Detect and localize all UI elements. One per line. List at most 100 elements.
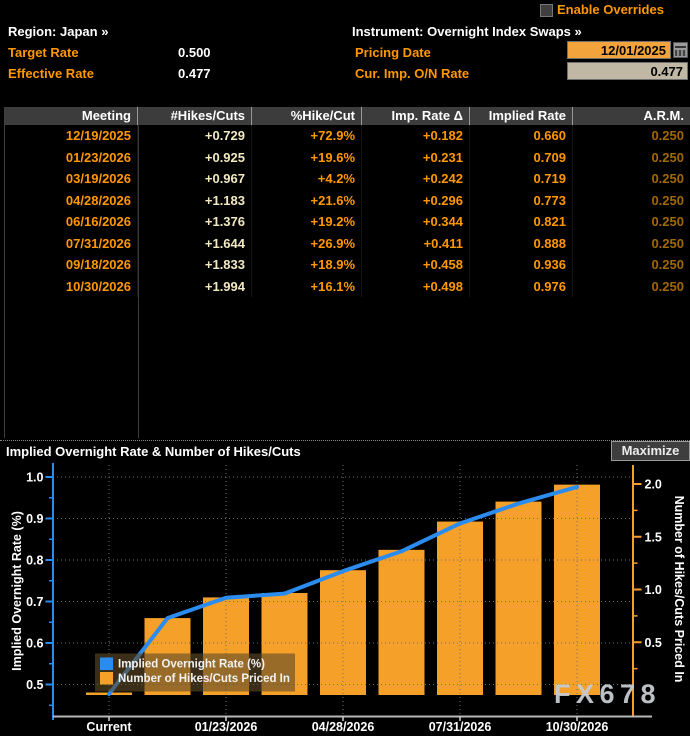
- column-header: Imp. Rate Δ: [362, 107, 470, 125]
- column-separator: [138, 125, 139, 438]
- right-tick-label: 1.5: [645, 530, 662, 544]
- pricing-date-input[interactable]: 12/01/2025: [567, 41, 671, 59]
- table-cell: 04/28/2026: [5, 190, 138, 212]
- enable-overrides-checkbox[interactable]: [540, 4, 553, 17]
- legend-label-line: Implied Overnight Rate (%): [118, 659, 265, 671]
- instrument-row: Instrument: Overnight Index Swaps »: [352, 24, 582, 39]
- column-header: Implied Rate: [470, 107, 573, 125]
- table-cell: 10/30/2026: [5, 276, 138, 298]
- cur-imp-input[interactable]: 0.477: [567, 62, 688, 80]
- table-cell: +0.182: [362, 125, 470, 147]
- table-cell: +21.6%: [252, 190, 362, 212]
- table-cell: +18.9%: [252, 254, 362, 276]
- left-tick-label: 1.0: [26, 471, 43, 485]
- meetings-table: Meeting#Hikes/Cuts%Hike/CutImp. Rate ΔIm…: [4, 107, 690, 438]
- left-tick-label: 0.7: [26, 595, 43, 609]
- region-value[interactable]: Japan »: [60, 24, 108, 39]
- bar: [437, 522, 483, 695]
- table-row[interactable]: 10/30/2026+1.994+16.1%+0.4980.9760.250: [5, 276, 690, 298]
- table-cell: +1.833: [138, 254, 252, 276]
- table-cell: +0.458: [362, 254, 470, 276]
- right-axis-label: Number of Hikes/Cuts Priced In: [672, 496, 686, 683]
- chart-title: Implied Overnight Rate & Number of Hikes…: [6, 444, 301, 459]
- right-tick-label: 1.0: [645, 583, 662, 597]
- table-cell: +0.498: [362, 276, 470, 298]
- table-cell: 0.250: [573, 254, 690, 276]
- table-header-row: Meeting#Hikes/Cuts%Hike/CutImp. Rate ΔIm…: [5, 107, 690, 125]
- table-body: 12/19/2025+0.729+72.9%+0.1820.6600.25001…: [5, 125, 690, 297]
- table-cell: 0.936: [470, 254, 573, 276]
- bar: [496, 502, 542, 695]
- column-header: A.R.M.: [573, 107, 690, 125]
- column-header: %Hike/Cut: [252, 107, 362, 125]
- x-tick-label: 01/23/2026: [195, 720, 258, 734]
- table-cell: 01/23/2026: [5, 147, 138, 169]
- left-axis-label: Implied Overnight Rate (%): [10, 511, 24, 671]
- legend-label-bar: Number of Hikes/Cuts Priced In: [118, 673, 290, 685]
- legend-swatch-bar: [100, 672, 113, 685]
- table-cell: +4.2%: [252, 168, 362, 190]
- target-rate-value: 0.500: [178, 45, 211, 60]
- table-cell: +0.925: [138, 147, 252, 169]
- enable-overrides-label[interactable]: Enable Overrides: [557, 2, 664, 17]
- table-cell: 0.719: [470, 168, 573, 190]
- right-tick-label: 0.5: [645, 636, 662, 650]
- table-cell: 0.250: [573, 211, 690, 233]
- target-rate-label: Target Rate: [8, 45, 79, 60]
- table-cell: 0.976: [470, 276, 573, 298]
- table-row[interactable]: 07/31/2026+1.644+26.9%+0.4110.8880.250: [5, 233, 690, 255]
- table-cell: 0.250: [573, 276, 690, 298]
- x-tick-label: Current: [86, 720, 132, 734]
- table-cell: +1.994: [138, 276, 252, 298]
- table-cell: +19.6%: [252, 147, 362, 169]
- column-header: Meeting: [5, 107, 138, 125]
- chart-separator-line: [0, 440, 690, 441]
- pricing-date-label: Pricing Date: [355, 45, 431, 60]
- table-cell: 0.250: [573, 190, 690, 212]
- bar: [379, 550, 425, 695]
- effective-rate-value: 0.477: [178, 66, 211, 81]
- instrument-value[interactable]: Overnight Index Swaps »: [427, 24, 582, 39]
- table-cell: +19.2%: [252, 211, 362, 233]
- legend-swatch-line: [100, 658, 113, 671]
- x-tick-label: 04/28/2026: [312, 720, 375, 734]
- table-row[interactable]: 06/16/2026+1.376+19.2%+0.3440.8210.250: [5, 211, 690, 233]
- table-row[interactable]: 04/28/2026+1.183+21.6%+0.2960.7730.250: [5, 190, 690, 212]
- calendar-icon[interactable]: [673, 42, 688, 58]
- table-cell: +72.9%: [252, 125, 362, 147]
- x-tick-label: 10/30/2026: [546, 720, 609, 734]
- table-cell: 0.250: [573, 147, 690, 169]
- table-cell: 0.888: [470, 233, 573, 255]
- chart-plot: 1.00.90.80.70.60.5Implied Overnight Rate…: [0, 462, 690, 736]
- bar: [320, 570, 366, 695]
- region-row: Region: Japan »: [8, 24, 108, 39]
- table-cell: 0.250: [573, 233, 690, 255]
- table-cell: 0.250: [573, 168, 690, 190]
- column-header: #Hikes/Cuts: [138, 107, 252, 125]
- table-cell: +16.1%: [252, 276, 362, 298]
- table-cell: 12/19/2025: [5, 125, 138, 147]
- left-tick-label: 0.5: [26, 678, 43, 692]
- right-tick-label: 2.0: [645, 478, 662, 492]
- table-cell: +0.411: [362, 233, 470, 255]
- x-axis: Current01/23/202604/28/202607/31/202610/…: [53, 717, 652, 735]
- watermark: FX678: [554, 679, 661, 709]
- instrument-label: Instrument:: [352, 24, 424, 39]
- left-tick-label: 0.6: [26, 637, 43, 651]
- table-cell: +1.644: [138, 233, 252, 255]
- left-axis: 1.00.90.80.70.60.5: [26, 463, 53, 720]
- table-cell: +0.231: [362, 147, 470, 169]
- table-cell: +0.296: [362, 190, 470, 212]
- table-cell: 03/19/2026: [5, 168, 138, 190]
- table-row[interactable]: 09/18/2026+1.833+18.9%+0.4580.9360.250: [5, 254, 690, 276]
- table-cell: +26.9%: [252, 233, 362, 255]
- region-label: Region:: [8, 24, 56, 39]
- table-cell: +1.183: [138, 190, 252, 212]
- table-cell: 0.250: [573, 125, 690, 147]
- table-cell: +1.376: [138, 211, 252, 233]
- table-cell: 09/18/2026: [5, 254, 138, 276]
- table-row[interactable]: 03/19/2026+0.967+4.2%+0.2420.7190.250: [5, 168, 690, 190]
- maximize-button[interactable]: Maximize: [611, 441, 690, 461]
- table-row[interactable]: 01/23/2026+0.925+19.6%+0.2310.7090.250: [5, 147, 690, 169]
- table-row[interactable]: 12/19/2025+0.729+72.9%+0.1820.6600.250: [5, 125, 690, 147]
